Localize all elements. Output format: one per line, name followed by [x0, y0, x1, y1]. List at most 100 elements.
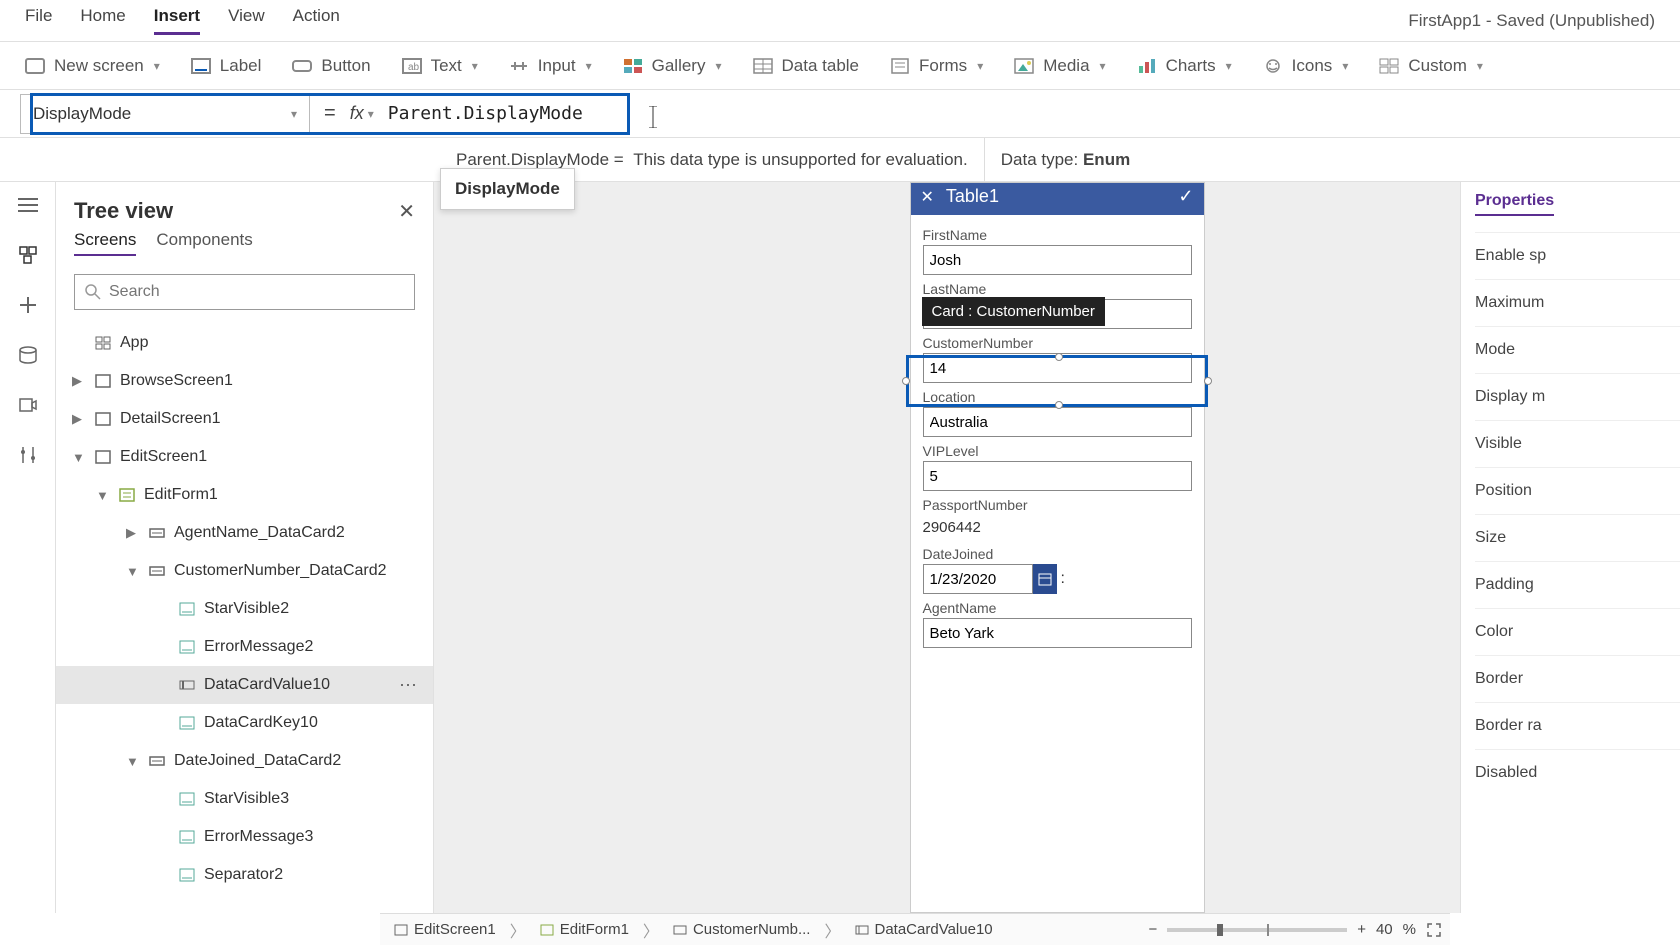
- hamburger-icon[interactable]: [17, 194, 39, 216]
- prop-visible[interactable]: Visible: [1475, 420, 1680, 467]
- text-label: Text: [431, 56, 462, 76]
- zoom-unit: %: [1403, 921, 1416, 938]
- tree-item-editscreen[interactable]: ▼EditScreen1: [56, 438, 433, 476]
- media-rail-icon[interactable]: [17, 394, 39, 416]
- selection-handle[interactable]: [902, 377, 910, 385]
- prop-position[interactable]: Position: [1475, 467, 1680, 514]
- tree-item-starvisible3[interactable]: StarVisible3: [56, 780, 433, 818]
- form-icon: [118, 487, 136, 503]
- location-input[interactable]: [923, 407, 1192, 437]
- tree-item-datacardkey10[interactable]: DataCardKey10: [56, 704, 433, 742]
- tree-label: App: [120, 334, 148, 352]
- chevron-right-icon[interactable]: ▶: [72, 373, 86, 389]
- prop-disabled[interactable]: Disabled: [1475, 749, 1680, 796]
- selection-handle[interactable]: [1055, 353, 1063, 361]
- data-icon[interactable]: [17, 344, 39, 366]
- properties-panel: Properties Enable sp Maximum Mode Displa…: [1460, 182, 1680, 913]
- tree-view-icon[interactable]: [17, 244, 39, 266]
- tree-item-starvisible2[interactable]: StarVisible2: [56, 590, 433, 628]
- input-button[interactable]: Input▾: [504, 50, 596, 82]
- prop-border-radius[interactable]: Border ra: [1475, 702, 1680, 749]
- field-label: DateJoined: [923, 546, 1192, 562]
- tree-item-errormessage3[interactable]: ErrorMessage3: [56, 818, 433, 856]
- forms-button[interactable]: Forms▾: [885, 50, 987, 82]
- bc-datacardvalue[interactable]: DataCardValue10: [849, 921, 999, 938]
- zoom-out-button[interactable]: −: [1148, 921, 1157, 938]
- close-icon[interactable]: ✕: [398, 199, 415, 224]
- tree-search[interactable]: [74, 274, 415, 310]
- tree-item-agentname-card[interactable]: ▶ AgentName_DataCard2: [56, 514, 433, 552]
- chevron-down-icon: ▾: [715, 59, 721, 73]
- menu-insert[interactable]: Insert: [154, 6, 200, 35]
- viplevel-input[interactable]: [923, 461, 1192, 491]
- tab-components[interactable]: Components: [156, 230, 252, 256]
- zoom-in-button[interactable]: +: [1357, 921, 1366, 938]
- menu-view[interactable]: View: [228, 6, 265, 35]
- prop-padding[interactable]: Padding: [1475, 561, 1680, 608]
- prop-enable-spell[interactable]: Enable sp: [1475, 232, 1680, 279]
- text-button[interactable]: ab Text▾: [397, 50, 482, 82]
- agentname-input[interactable]: [923, 618, 1192, 648]
- fullscreen-icon[interactable]: [1426, 922, 1442, 938]
- zoom-control: − + 40 %: [1148, 921, 1442, 938]
- firstname-input[interactable]: [923, 245, 1192, 275]
- prop-border[interactable]: Border: [1475, 655, 1680, 702]
- menu-file[interactable]: File: [25, 6, 52, 35]
- chevron-down-icon[interactable]: ▼: [72, 450, 86, 465]
- datatable-button[interactable]: Data table: [748, 50, 864, 82]
- settings-rail-icon[interactable]: [17, 444, 39, 466]
- app-preview[interactable]: ✕ Table1 ✓ FirstName LastName CustomerNu…: [910, 182, 1205, 913]
- chevron-right-icon[interactable]: ▶: [126, 525, 140, 541]
- close-icon[interactable]: ✕: [921, 187, 934, 207]
- formula-input[interactable]: Parent.DisplayMode: [388, 103, 583, 124]
- chevron-down-icon[interactable]: ▼: [96, 488, 110, 503]
- bc-editscreen[interactable]: EditScreen1: [388, 921, 502, 938]
- zoom-slider[interactable]: [1167, 928, 1347, 932]
- menu-home[interactable]: Home: [80, 6, 125, 35]
- add-icon[interactable]: [17, 294, 39, 316]
- chevron-down-icon[interactable]: ▼: [126, 564, 140, 579]
- new-screen-button[interactable]: New screen▾: [20, 50, 164, 82]
- icons-button[interactable]: Icons▾: [1258, 50, 1353, 82]
- property-selector[interactable]: DisplayMode ▾: [20, 94, 310, 134]
- chevron-down-icon[interactable]: ▼: [126, 754, 140, 769]
- media-button[interactable]: Media▾: [1009, 50, 1109, 82]
- search-input[interactable]: [109, 283, 404, 301]
- tree-item-app[interactable]: App: [56, 324, 433, 362]
- custom-button[interactable]: Custom▾: [1374, 50, 1487, 82]
- tree-item-errormessage2[interactable]: ErrorMessage2: [56, 628, 433, 666]
- prop-maximum[interactable]: Maximum: [1475, 279, 1680, 326]
- card-tooltip: Card : CustomerNumber: [922, 297, 1105, 326]
- bc-customernumber[interactable]: CustomerNumb...: [667, 921, 817, 938]
- tree-label: ErrorMessage2: [204, 638, 313, 656]
- tree-item-customernumber-card[interactable]: ▼CustomerNumber_DataCard2: [56, 552, 433, 590]
- tree-item-editform[interactable]: ▼EditForm1: [56, 476, 433, 514]
- tree-item-detailscreen[interactable]: ▶DetailScreen1: [56, 400, 433, 438]
- selection-handle[interactable]: [1055, 401, 1063, 409]
- tree-item-datejoined-card[interactable]: ▼DateJoined_DataCard2: [56, 742, 433, 780]
- breadcrumb: EditScreen1 〉 EditForm1 〉 CustomerNumb..…: [380, 913, 1450, 945]
- gallery-button[interactable]: Gallery▾: [618, 50, 726, 82]
- prop-color[interactable]: Color: [1475, 608, 1680, 655]
- chevron-right-icon[interactable]: ▶: [72, 411, 86, 427]
- more-icon[interactable]: ⋯: [399, 675, 419, 696]
- properties-tab[interactable]: Properties: [1475, 192, 1554, 216]
- selection-handle[interactable]: [1204, 377, 1212, 385]
- prop-mode[interactable]: Mode: [1475, 326, 1680, 373]
- prop-size[interactable]: Size: [1475, 514, 1680, 561]
- datejoined-input[interactable]: [923, 564, 1033, 594]
- tree-item-browsescreen[interactable]: ▶BrowseScreen1: [56, 362, 433, 400]
- charts-button[interactable]: Charts▾: [1132, 50, 1236, 82]
- tree-item-datacardvalue10[interactable]: DataCardValue10⋯: [56, 666, 433, 704]
- tab-screens[interactable]: Screens: [74, 230, 136, 256]
- prop-display-mode[interactable]: Display m: [1475, 373, 1680, 420]
- datatype-label: Data type:: [1001, 150, 1079, 170]
- calendar-icon[interactable]: [1033, 564, 1057, 594]
- menu-action[interactable]: Action: [293, 6, 340, 35]
- button-button[interactable]: Button: [287, 50, 374, 82]
- tree-label: AgentName_DataCard2: [174, 524, 345, 542]
- bc-editform[interactable]: EditForm1: [534, 921, 635, 938]
- check-icon[interactable]: ✓: [1178, 186, 1193, 207]
- label-button[interactable]: Label: [186, 50, 266, 82]
- tree-item-separator2[interactable]: Separator2: [56, 856, 433, 894]
